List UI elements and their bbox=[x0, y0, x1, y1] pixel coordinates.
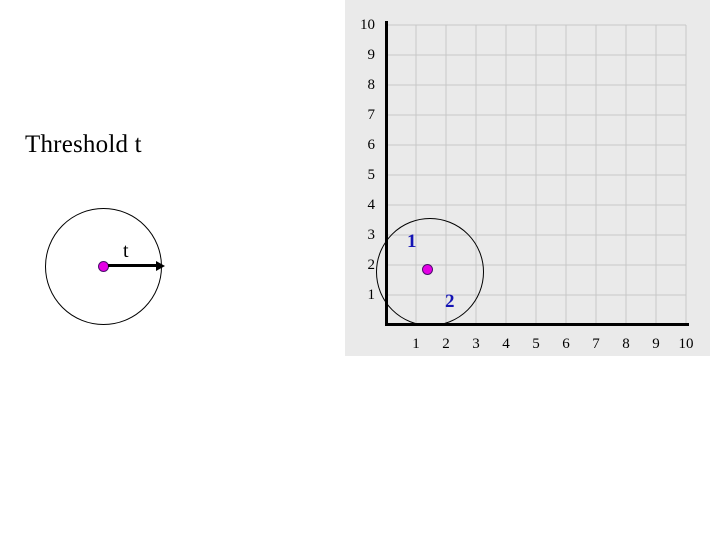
x-axis-tick-label: 8 bbox=[622, 336, 630, 352]
y-axis-tick-label: 8 bbox=[367, 77, 376, 93]
x-axis-tick-label: 9 bbox=[652, 336, 660, 352]
slide-canvas: Threshold t t 10 9 8 7 6 5 4 3 2 1 1 2 3 4 5 6 7 8 9 10 1 2 bbox=[0, 0, 720, 540]
y-axis-tick-label: 4 bbox=[367, 197, 376, 213]
x-axis-tick-label: 10 bbox=[678, 336, 694, 352]
x-axis-tick-label: 5 bbox=[532, 336, 540, 352]
cluster-label: 1 bbox=[407, 231, 417, 252]
x-axis-tick-label: 1 bbox=[412, 336, 420, 352]
y-axis-tick-label: 7 bbox=[367, 107, 376, 123]
x-axis-tick-label: 3 bbox=[472, 336, 480, 352]
x-axis-tick-label: 4 bbox=[502, 336, 510, 352]
x-axis-tick-label: 6 bbox=[562, 336, 570, 352]
data-point-marker bbox=[421, 263, 433, 275]
radius-arrow-icon bbox=[108, 260, 165, 271]
x-axis-tick-label: 7 bbox=[592, 336, 600, 352]
y-axis-tick-label: 1 bbox=[367, 287, 376, 303]
y-axis-tick-label: 6 bbox=[367, 137, 376, 153]
y-axis-tick-label: 9 bbox=[367, 47, 376, 63]
x-axis-tick-label: 2 bbox=[442, 336, 450, 352]
cluster-label: 2 bbox=[445, 291, 455, 312]
radius-label: t bbox=[123, 240, 129, 262]
y-axis-tick-label: 3 bbox=[367, 227, 376, 243]
scatter-plot-panel: 10 9 8 7 6 5 4 3 2 1 1 2 3 4 5 6 7 8 9 10 1 2 bbox=[345, 0, 710, 356]
legend-title: Threshold t bbox=[25, 131, 142, 158]
y-axis-tick-label: 2 bbox=[367, 257, 376, 273]
y-axis-tick-label: 5 bbox=[367, 167, 376, 183]
y-axis-tick-label: 10 bbox=[360, 17, 375, 33]
